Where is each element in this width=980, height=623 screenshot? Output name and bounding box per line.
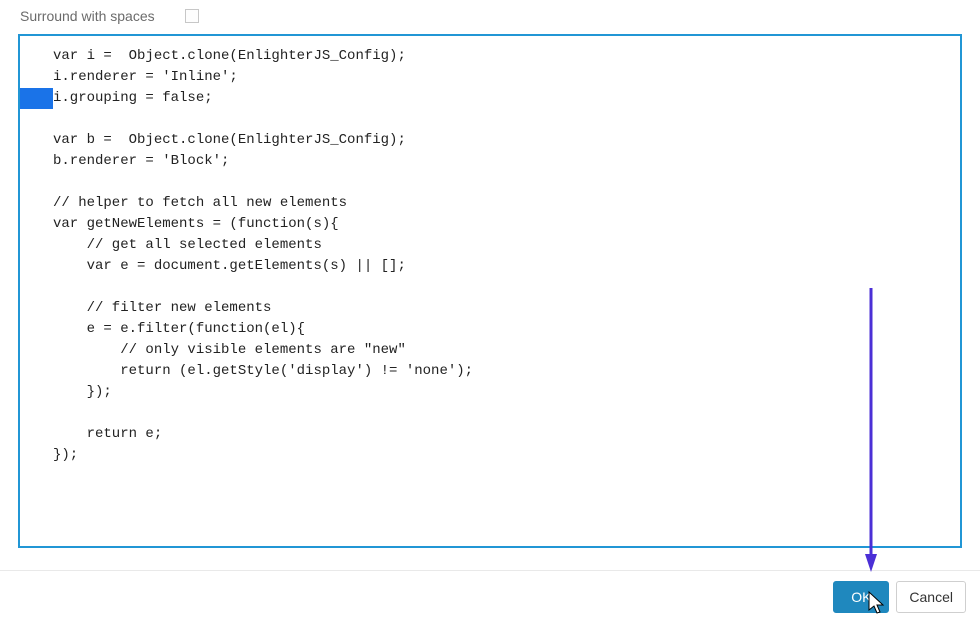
code-line bbox=[20, 172, 960, 193]
code-textarea[interactable]: var i = Object.clone(EnlighterJS_Config)… bbox=[18, 34, 962, 548]
code-line: i.grouping = false; bbox=[20, 88, 960, 109]
code-line: var b = Object.clone(EnlighterJS_Config)… bbox=[20, 130, 960, 151]
code-line: var getNewElements = (function(s){ bbox=[20, 214, 960, 235]
code-line: return e; bbox=[20, 424, 960, 445]
cancel-button[interactable]: Cancel bbox=[896, 581, 966, 613]
ok-button[interactable]: OK bbox=[833, 581, 889, 613]
code-line: e = e.filter(function(el){ bbox=[20, 319, 960, 340]
code-line: }); bbox=[20, 445, 960, 466]
surround-with-spaces-label: Surround with spaces bbox=[20, 8, 155, 24]
code-line: }); bbox=[20, 382, 960, 403]
code-line bbox=[20, 277, 960, 298]
selection-highlight bbox=[20, 88, 53, 109]
code-line: // only visible elements are "new" bbox=[20, 340, 960, 361]
code-line: return (el.getStyle('display') != 'none'… bbox=[20, 361, 960, 382]
code-line: i.renderer = 'Inline'; bbox=[20, 67, 960, 88]
code-line: // get all selected elements bbox=[20, 235, 960, 256]
code-line bbox=[20, 403, 960, 424]
code-line bbox=[20, 109, 960, 130]
dialog-footer: OK Cancel bbox=[0, 570, 980, 623]
code-line: b.renderer = 'Block'; bbox=[20, 151, 960, 172]
surround-with-spaces-checkbox[interactable] bbox=[185, 9, 199, 23]
surround-with-spaces-option: Surround with spaces bbox=[0, 0, 980, 34]
code-line: // filter new elements bbox=[20, 298, 960, 319]
code-line: var e = document.getElements(s) || []; bbox=[20, 256, 960, 277]
code-line: // helper to fetch all new elements bbox=[20, 193, 960, 214]
code-line: var i = Object.clone(EnlighterJS_Config)… bbox=[20, 46, 960, 67]
